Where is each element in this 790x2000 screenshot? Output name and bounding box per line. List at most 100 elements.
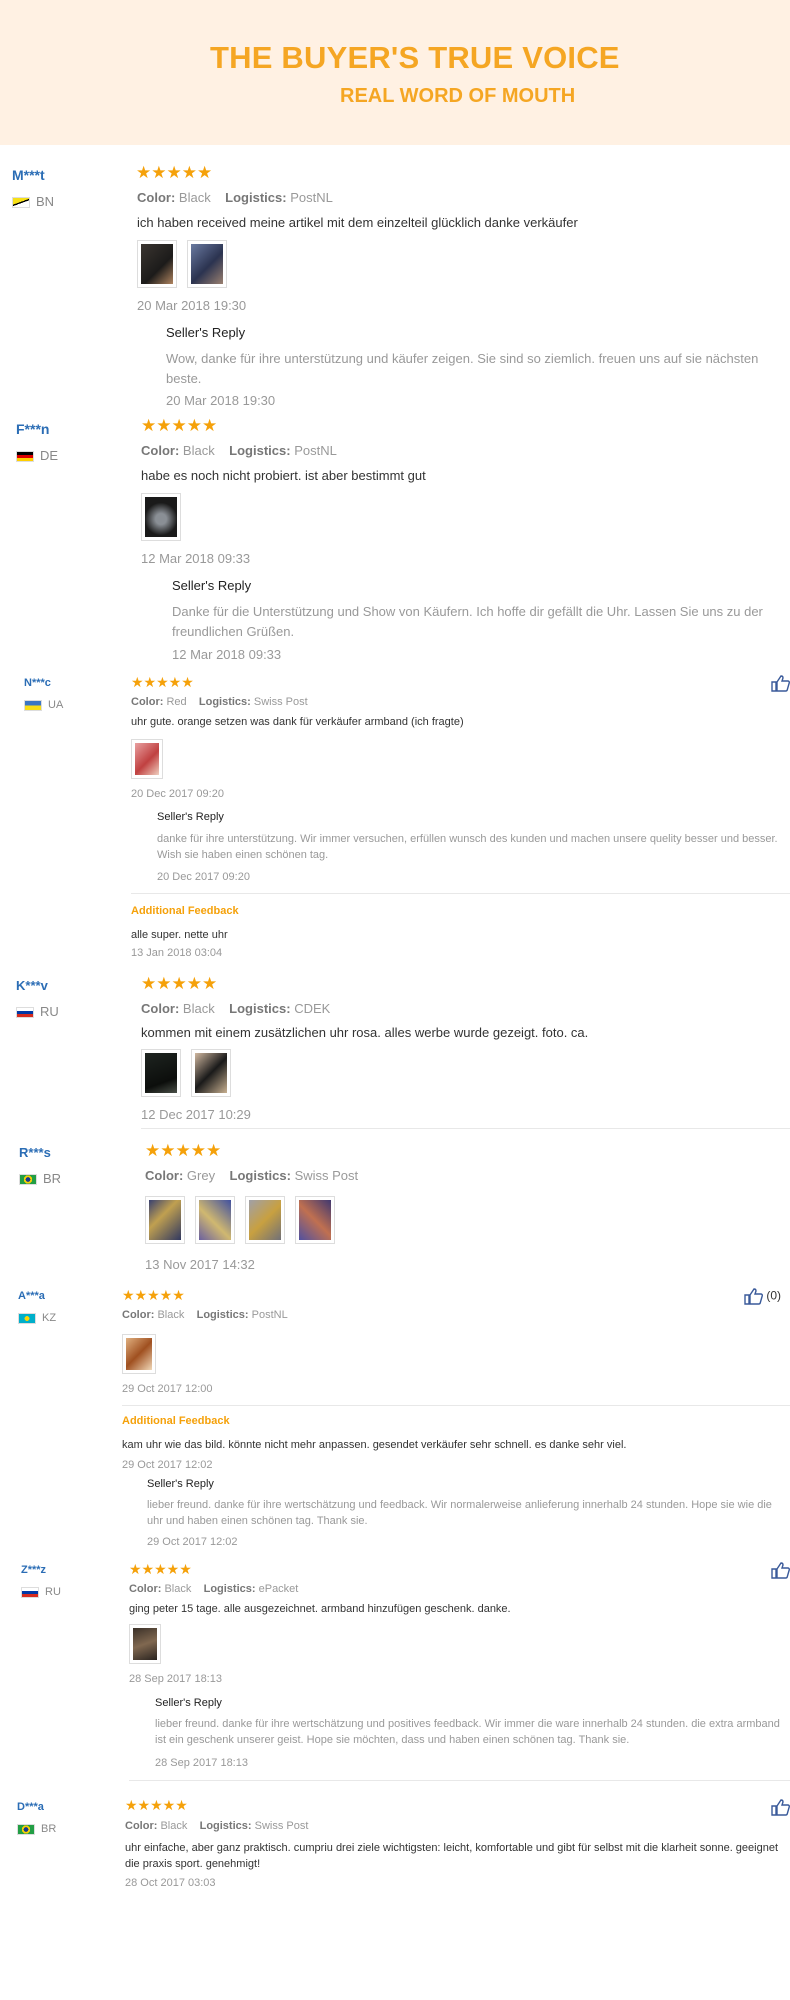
reviewer-country: RU: [16, 1004, 59, 1019]
star-rating: ★★★★★: [122, 1287, 185, 1303]
additional-feedback-date: 29 Oct 2017 12:02: [122, 1459, 213, 1471]
flag-ru-icon: [21, 1586, 39, 1598]
flag-br-icon: [17, 1823, 35, 1835]
reviewer-country: KZ: [18, 1312, 56, 1324]
reviewer-name[interactable]: F***n: [16, 421, 49, 437]
thumbs-up-icon: [744, 1288, 763, 1305]
like-button[interactable]: [771, 1799, 790, 1816]
review-text: kommen mit einem zusätzlichen uhr rosa. …: [141, 1025, 589, 1040]
seller-reply-text: Wow, danke für ihre unterstützung und kä…: [166, 351, 759, 386]
seller-reply-date: 29 Oct 2017 12:02: [147, 1536, 238, 1548]
seller-reply-heading: Seller's Reply: [155, 1697, 222, 1709]
reviewer-name[interactable]: N***c: [24, 677, 51, 689]
review-photo[interactable]: [141, 493, 181, 541]
review-photos: [131, 739, 163, 779]
star-rating: ★★★★★: [136, 163, 213, 182]
like-count: (0): [766, 1288, 782, 1303]
star-rating: ★★★★★: [141, 416, 218, 435]
review-photo[interactable]: [187, 240, 227, 288]
review-photo[interactable]: [131, 739, 163, 779]
seller-reply-date: 20 Dec 2017 09:20: [157, 871, 250, 883]
seller-reply-text: Danke für die Unterstützung und Show von…: [172, 604, 763, 639]
review-photos: [122, 1334, 156, 1374]
review-photos: [137, 240, 227, 288]
review-date: 12 Mar 2018 09:33: [141, 551, 251, 566]
review-photo[interactable]: [191, 1049, 231, 1097]
seller-reply-date: 20 Mar 2018 19:30: [166, 393, 276, 408]
reviewer-country: RU: [21, 1586, 61, 1598]
review-meta: Color: Black Logistics: ePacket: [129, 1583, 299, 1595]
like-button[interactable]: (0): [744, 1288, 781, 1305]
review-photo[interactable]: [141, 1049, 181, 1097]
divider: [129, 1780, 790, 1781]
review-photo[interactable]: [137, 240, 177, 288]
reviewer-name[interactable]: A***a: [18, 1290, 45, 1302]
review-meta: Color: Black Logistics: PostNL: [141, 443, 337, 458]
review-text: uhr gute. orange setzen was dank für ver…: [131, 716, 464, 728]
star-rating: ★★★★★: [125, 1797, 188, 1813]
flag-ua-icon: [24, 699, 42, 711]
star-rating: ★★★★★: [141, 974, 218, 993]
divider: [141, 1128, 790, 1129]
header-banner: THE BUYER'S TRUE VOICE REAL WORD OF MOUT…: [0, 0, 790, 145]
review-meta: Color: Black Logistics: PostNL: [122, 1309, 288, 1321]
like-button[interactable]: [771, 1562, 790, 1579]
reviewer-country: BR: [19, 1171, 61, 1186]
review-date: 12 Dec 2017 10:29: [141, 1107, 251, 1122]
seller-reply-text: lieber freund. danke für ihre wertschätz…: [155, 1718, 780, 1746]
seller-reply-date: 12 Mar 2018 09:33: [172, 647, 282, 662]
reviewer-name[interactable]: M***t: [12, 167, 45, 183]
divider: [122, 1405, 790, 1406]
star-rating: ★★★★★: [131, 674, 194, 690]
review-photo[interactable]: [145, 1196, 185, 1244]
additional-feedback-date: 13 Jan 2018 03:04: [131, 947, 223, 959]
banner-title: THE BUYER'S TRUE VOICE: [210, 40, 620, 75]
review-meta: Color: Grey Logistics: Swiss Post: [145, 1168, 359, 1183]
review-photo[interactable]: [245, 1196, 285, 1244]
review-text: ging peter 15 tage. alle ausgezeichnet. …: [129, 1603, 511, 1615]
reviewer-name[interactable]: D***a: [17, 1801, 44, 1813]
review-photo[interactable]: [295, 1196, 335, 1244]
star-rating: ★★★★★: [145, 1141, 222, 1160]
reviewer-name[interactable]: Z***z: [21, 1564, 46, 1576]
flag-kz-icon: [18, 1312, 36, 1324]
reviewer-name[interactable]: K***v: [16, 978, 48, 993]
seller-reply-heading: Seller's Reply: [166, 325, 246, 340]
reviewer-country: UA: [24, 699, 63, 711]
thumbs-up-icon: [771, 675, 790, 692]
star-rating: ★★★★★: [129, 1561, 192, 1577]
review-date: 28 Oct 2017 03:03: [125, 1877, 216, 1889]
reviewer-country: BN: [12, 194, 54, 209]
review-photos: [141, 1049, 231, 1097]
reviewer-country: DE: [16, 448, 58, 463]
flag-de-icon: [16, 451, 34, 463]
flag-br-icon: [19, 1174, 37, 1186]
flag-bn-icon: [12, 197, 30, 209]
divider: [131, 893, 790, 894]
review-meta: Color: Black Logistics: Swiss Post: [125, 1820, 309, 1832]
review-date: 13 Nov 2017 14:32: [145, 1257, 255, 1272]
flag-ru-icon: [16, 1007, 34, 1019]
additional-feedback-text: kam uhr wie das bild. könnte nicht mehr …: [122, 1439, 627, 1451]
review-photo[interactable]: [195, 1196, 235, 1244]
review-date: 28 Sep 2017 18:13: [129, 1673, 222, 1685]
thumbs-up-icon: [771, 1799, 790, 1816]
seller-reply-date: 28 Sep 2017 18:13: [155, 1757, 248, 1769]
seller-reply-heading: Seller's Reply: [147, 1478, 214, 1490]
review-text: habe es noch nicht probiert. ist aber be…: [141, 468, 426, 483]
review-date: 20 Mar 2018 19:30: [137, 298, 247, 313]
review-photos: [129, 1624, 161, 1664]
review-text: uhr einfache, aber ganz praktisch. cumpr…: [125, 1842, 779, 1870]
reviewer-name[interactable]: R***s: [19, 1145, 51, 1160]
additional-feedback-text: alle super. nette uhr: [131, 929, 228, 941]
review-date: 20 Dec 2017 09:20: [131, 788, 224, 800]
banner-subtitle: REAL WORD OF MOUTH: [340, 85, 576, 107]
seller-reply-heading: Seller's Reply: [172, 578, 252, 593]
review-photos: [145, 1196, 335, 1244]
seller-reply-text: danke für ihre unterstützung. Wir immer …: [157, 833, 778, 861]
additional-feedback-heading: Additional Feedback: [131, 905, 239, 917]
like-button[interactable]: [771, 675, 790, 692]
review-meta: Color: Red Logistics: Swiss Post: [131, 696, 308, 708]
review-photo[interactable]: [122, 1334, 156, 1374]
review-photo[interactable]: [129, 1624, 161, 1664]
